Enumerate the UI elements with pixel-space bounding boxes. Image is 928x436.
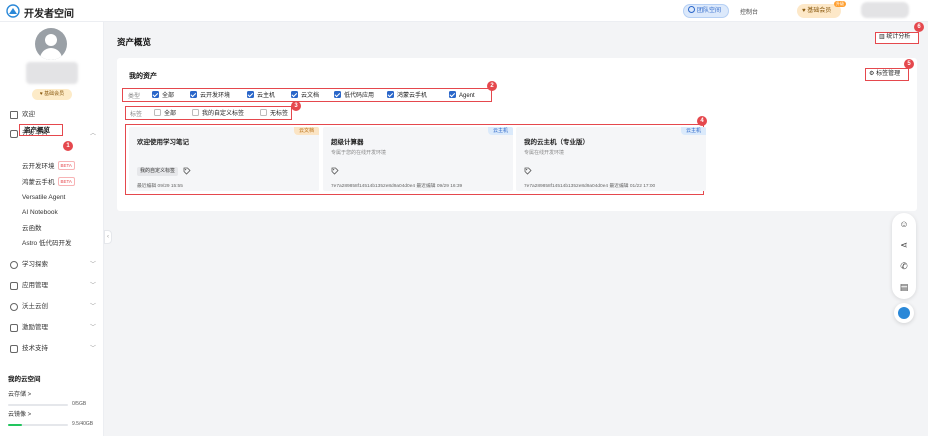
my-assets-panel: 我的资产 ⚙ 标签管理 类型 全部 云开发环境 云主机 云文档 低代码应用 鸿蒙… xyxy=(117,58,917,211)
sidebar-item-versatile-agent[interactable]: Versatile Agent xyxy=(0,191,104,205)
logo-icon xyxy=(6,4,20,18)
type-option-lowcode[interactable]: 低代码应用 xyxy=(334,91,374,100)
type-option-cloud-host[interactable]: 云主机 xyxy=(247,91,275,100)
phone-icon[interactable]: ✆ xyxy=(898,260,910,272)
sidebar-item-astro[interactable]: Astro 低代码开发 xyxy=(0,237,104,251)
callout-1: 1 xyxy=(63,141,73,151)
learn-icon xyxy=(10,261,18,269)
cloud-mirror-link[interactable]: 云镜像 > xyxy=(8,409,31,418)
sidebar-item-cloud-dev[interactable]: 云开发环境 BETA xyxy=(0,160,104,174)
cloud-space-title: 我的云空间 xyxy=(8,376,41,383)
card-footer: 7e7a289858f14514b1352e8d9a04d0e4 最近编辑 09… xyxy=(331,184,463,189)
avatar[interactable] xyxy=(35,28,67,60)
chevron-down-icon: ﹀ xyxy=(90,346,97,352)
user-avatar-blurred[interactable] xyxy=(861,2,909,18)
stats-analysis-button[interactable]: ▥ 统计分析 xyxy=(875,32,919,44)
callout-2: 2 xyxy=(487,81,497,91)
callout-4: 4 xyxy=(697,116,707,126)
tag-icon[interactable] xyxy=(183,167,191,175)
tag-icon[interactable] xyxy=(331,167,339,175)
card-footer: 7e7a289858f14514b1352e8d9a04d0e4 最近编辑 01… xyxy=(524,184,656,189)
sidebar-item-asset-overview[interactable]: 资产概览 xyxy=(24,125,50,137)
asset-card[interactable]: 云主机 超级计算器 专属于您的在线开发环境 7e7a289858f14514b1… xyxy=(323,127,513,191)
cloud-mirror-value: 9.5/40GB xyxy=(72,421,94,427)
sidebar-item-cloud-function[interactable]: 云函数 xyxy=(0,222,104,236)
team-space-button[interactable]: 团队空间 xyxy=(683,4,729,18)
sidebar-group-support[interactable]: 技术支持 ﹀ xyxy=(0,342,104,356)
type-option-cloud-dev[interactable]: 云开发环境 xyxy=(190,91,230,100)
feedback-smile-icon[interactable]: ☺ xyxy=(898,218,910,230)
sidebar-group-app[interactable]: 应用管理 ﹀ xyxy=(0,279,104,293)
member-level-badge: ♥ 基础会员 xyxy=(32,89,72,100)
sidebar-item-ai-notebook[interactable]: AI Notebook xyxy=(0,206,104,220)
type-option-all[interactable]: 全部 xyxy=(152,91,174,100)
card-type-ribbon: 云主机 xyxy=(680,127,706,135)
app-icon xyxy=(10,282,18,290)
cloud-storage-bar xyxy=(8,404,68,406)
username-blurred xyxy=(26,62,78,84)
card-type-ribbon: 云文档 xyxy=(293,127,319,135)
card-title: 我的云主机（专业版） xyxy=(524,139,589,146)
card-desc: 专属在线开发环境 xyxy=(524,150,565,156)
tag-icon[interactable] xyxy=(524,167,532,175)
cloud-storage-link[interactable]: 云存储 > xyxy=(8,389,31,398)
tag-option-all[interactable]: 全部 xyxy=(154,109,176,118)
page-title: 资产概览 xyxy=(117,37,152,47)
settings-icon: ⚙ xyxy=(869,71,875,77)
card-type-ribbon: 云主机 xyxy=(487,127,513,135)
sidebar-item-harmony-phone[interactable]: 鸿蒙云手机 BETA xyxy=(0,176,104,190)
sidebar-item-welcome[interactable]: 欢迎 xyxy=(0,108,104,122)
tag-manage-button[interactable]: ⚙ 标签管理 xyxy=(865,68,909,81)
gift-icon xyxy=(10,324,18,332)
callout-6: 6 xyxy=(914,22,924,32)
console-link[interactable]: 控制台 xyxy=(740,7,758,16)
cloud-assistant-icon xyxy=(898,307,910,319)
beta-badge: BETA xyxy=(57,177,75,186)
sidebar-group-wotu[interactable]: 沃土云创 ﹀ xyxy=(0,300,104,314)
chevron-up-icon: ︿ xyxy=(90,131,97,137)
type-option-harmony[interactable]: 鸿蒙云手机 xyxy=(387,91,427,100)
team-icon xyxy=(688,6,695,13)
chevron-down-icon: ﹀ xyxy=(90,325,97,331)
share-icon[interactable]: ⋖ xyxy=(898,239,910,251)
assets-title: 我的资产 xyxy=(129,73,157,80)
support-icon xyxy=(10,345,18,353)
document-icon[interactable]: ▤ xyxy=(898,281,910,293)
card-title: 欢迎使用学习笔记 xyxy=(137,139,189,146)
top-bar: 开发者空间 团队空间 控制台 ♥ 基础会员 升级 xyxy=(0,0,928,22)
tag-filter: 标签 全部 我的自定义标签 无标签 xyxy=(125,106,292,120)
card-tag: 我的自定义标签 xyxy=(137,167,179,176)
floating-toolbar: ☺ ⋖ ✆ ▤ xyxy=(892,213,916,299)
cloud-mirror-bar xyxy=(8,424,68,426)
ai-assistant-button[interactable] xyxy=(894,303,914,323)
type-filter: 类型 全部 云开发环境 云主机 云文档 低代码应用 鸿蒙云手机 Agent xyxy=(122,88,492,102)
brand-title: 开发者空间 xyxy=(24,9,74,20)
home-icon xyxy=(10,111,18,119)
chevron-down-icon: ﹀ xyxy=(90,283,97,289)
chevron-down-icon: ﹀ xyxy=(90,262,97,268)
sidebar-group-learn[interactable]: 学习探索 ﹀ xyxy=(0,258,104,272)
type-option-agent[interactable]: Agent xyxy=(449,91,475,100)
upgrade-badge: 升级 xyxy=(834,1,846,7)
sidebar-group-incentive[interactable]: 激励管理 ﹀ xyxy=(0,321,104,335)
type-option-cloud-doc[interactable]: 云文档 xyxy=(291,91,319,100)
callout-3: 3 xyxy=(291,101,301,111)
card-title: 超级计算器 xyxy=(331,139,364,146)
beta-badge: BETA xyxy=(57,161,75,170)
tag-option-none[interactable]: 无标签 xyxy=(260,109,288,118)
card-desc: 专属于您的在线开发环境 xyxy=(331,150,387,156)
platform-icon xyxy=(10,130,18,138)
asset-cards: 云文档 欢迎使用学习笔记 我的自定义标签 最近编辑 09/29 15:55 云主… xyxy=(125,124,706,195)
collapse-sidebar-button[interactable]: ‹ xyxy=(104,230,112,244)
asset-card[interactable]: 云主机 我的云主机（专业版） 专属在线开发环境 7e7a289858f14514… xyxy=(516,127,706,191)
tag-option-custom[interactable]: 我的自定义标签 xyxy=(192,109,244,118)
cloud-create-icon xyxy=(10,303,18,311)
callout-5: 5 xyxy=(904,59,914,69)
chevron-down-icon: ﹀ xyxy=(90,304,97,310)
cloud-storage-value: 0/5GB xyxy=(72,401,87,407)
card-footer: 最近编辑 09/29 15:55 xyxy=(137,184,183,189)
asset-card[interactable]: 云文档 欢迎使用学习笔记 我的自定义标签 最近编辑 09/29 15:55 xyxy=(129,127,319,191)
